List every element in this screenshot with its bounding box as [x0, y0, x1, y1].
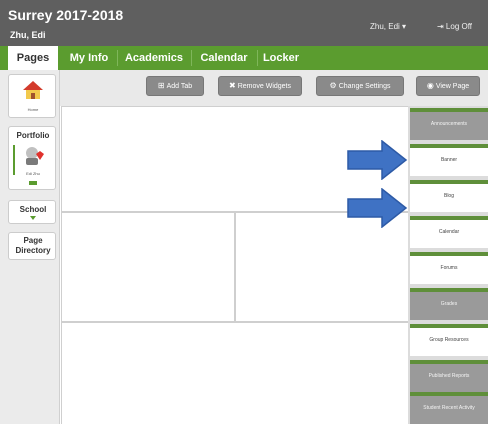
- widget-published-reports[interactable]: Published Reports: [410, 360, 488, 392]
- add-tab-label: Add Tab: [166, 83, 193, 90]
- page-directory-title: Page Directory: [15, 236, 51, 255]
- eye-icon: ◉: [426, 81, 434, 90]
- portfolio-title: Portfolio: [16, 131, 50, 140]
- arrow-right-icon: [347, 140, 408, 180]
- widget-forums[interactable]: Forums: [410, 252, 488, 284]
- widget-student-recent-activity[interactable]: Student Recent Activity: [410, 392, 488, 424]
- drop-zone-right[interactable]: [235, 212, 409, 322]
- home-icon: [23, 81, 43, 99]
- tab-pages[interactable]: Pages: [8, 46, 58, 70]
- user-menu-button[interactable]: Zhu, Edi ▾: [370, 22, 406, 31]
- remove-widgets-label: Remove Widgets: [237, 83, 291, 90]
- app-title: Surrey 2017-2018: [8, 7, 124, 23]
- view-page-button[interactable]: ◉ View Page: [416, 76, 480, 96]
- remove-widgets-button[interactable]: ✖ Remove Widgets: [218, 76, 302, 96]
- home-page-item[interactable]: Home: [8, 74, 56, 118]
- page-directory-item[interactable]: Page Directory: [8, 232, 56, 260]
- portfolio-section[interactable]: Portfolio Edi Zhu: [8, 126, 56, 190]
- school-section[interactable]: School: [8, 200, 56, 224]
- widget-group-resources[interactable]: Group Resources: [410, 324, 488, 356]
- tab-calendar[interactable]: Calendar: [192, 46, 256, 70]
- portfolio-badge: [29, 181, 37, 185]
- drop-zone-left[interactable]: [61, 212, 235, 322]
- remove-icon: ✖: [229, 81, 236, 90]
- change-settings-button[interactable]: ⚙ Change Settings: [316, 76, 404, 96]
- portfolio-avatar-icon: [26, 147, 44, 165]
- widget-announcements[interactable]: Announcements: [410, 108, 488, 140]
- tab-my-info[interactable]: My Info: [62, 46, 116, 70]
- school-title: School: [19, 205, 47, 214]
- widget-blog[interactable]: Blog: [410, 180, 488, 212]
- add-tab-button[interactable]: ⊞ Add Tab: [146, 76, 204, 96]
- arrow-right-icon: [347, 188, 408, 228]
- change-settings-label: Change Settings: [338, 83, 391, 90]
- add-icon: ⊞: [157, 81, 165, 90]
- widget-calendar[interactable]: Calendar: [410, 216, 488, 248]
- app-root: Surrey 2017-2018 Zhu, Edi Zhu, Edi ▾ ⇥ L…: [0, 0, 488, 424]
- tab-academics[interactable]: Academics: [118, 46, 190, 70]
- home-label: Home: [27, 107, 39, 112]
- portfolio-user-label: Edi Zhu: [26, 171, 40, 176]
- widget-banner[interactable]: Banner: [410, 144, 488, 176]
- widget-grades[interactable]: Grades: [410, 288, 488, 320]
- chevron-down-icon: [30, 216, 36, 220]
- drop-zone-bottom[interactable]: [61, 322, 409, 424]
- view-page-label: View Page: [435, 83, 470, 90]
- gear-icon: ⚙: [329, 81, 337, 90]
- tab-locker[interactable]: Locker: [258, 46, 304, 70]
- user-name-sub: Zhu, Edi: [10, 30, 46, 40]
- logoff-button[interactable]: ⇥ Log Off: [437, 22, 472, 31]
